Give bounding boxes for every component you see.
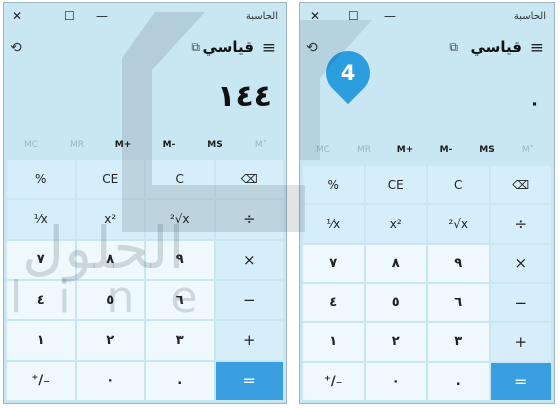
mode-title: قياسي	[202, 38, 254, 56]
add-key[interactable]: +	[215, 321, 283, 360]
keypad: % CE C ⌫ ⅟x x² ²√x ÷ ٧ ٨ ٩ × ٤ ٥ ٦ − ١ ٢…	[7, 160, 283, 400]
square-root-key[interactable]: ²√x	[146, 200, 214, 239]
menu-icon[interactable]: ≡	[530, 38, 544, 58]
keep-on-top-icon[interactable]: ⧉	[191, 40, 200, 55]
digit-3-key[interactable]: ٣	[146, 321, 214, 360]
digit-5-key[interactable]: ٥	[76, 280, 144, 320]
maximize-icon[interactable]: ☐	[64, 9, 75, 23]
digit-0-key[interactable]: ٠	[365, 362, 426, 400]
digit-7-key[interactable]: ٧	[7, 240, 75, 279]
percent-key[interactable]: %	[303, 166, 364, 204]
digit-8-key[interactable]: ٨	[365, 244, 426, 282]
memory-add-button[interactable]: M+	[102, 133, 144, 157]
decimal-key[interactable]: .	[146, 361, 214, 400]
reciprocal-key[interactable]: ⅟x	[303, 205, 364, 243]
memory-subtract-button[interactable]: M-	[427, 138, 465, 162]
memory-list-button[interactable]: M˅	[240, 133, 282, 157]
add-key[interactable]: +	[490, 323, 551, 361]
window-title: الحاسبة	[513, 11, 546, 22]
memory-store-button[interactable]: MS	[468, 138, 506, 162]
history-icon[interactable]: ⟲	[10, 40, 22, 56]
memory-subtract-button[interactable]: M-	[148, 133, 190, 157]
divide-key[interactable]: ÷	[215, 200, 283, 239]
digit-9-key[interactable]: ٩	[428, 244, 489, 282]
multiply-key[interactable]: ×	[215, 240, 283, 279]
digit-1-key[interactable]: ١	[303, 323, 364, 361]
minimize-icon[interactable]: —	[384, 9, 396, 23]
negate-key[interactable]: ⁺∕₋	[7, 361, 75, 400]
divide-key[interactable]: ÷	[490, 205, 551, 243]
equals-key[interactable]: =	[215, 361, 283, 400]
keep-on-top-icon[interactable]: ⧉	[449, 40, 458, 55]
clear-key[interactable]: C	[146, 160, 214, 199]
memory-store-button[interactable]: MS	[194, 133, 236, 157]
backspace-key[interactable]: ⌫	[490, 166, 551, 204]
equals-key[interactable]: =	[490, 362, 551, 400]
keypad: % CE C ⌫ ⅟x x² ²√x ÷ ٧ ٨ ٩ × ٤ ٥ ٦ − ١ ٢…	[303, 166, 551, 400]
clear-entry-key[interactable]: CE	[76, 160, 144, 199]
calculator-window-right: ✕ ☐ — الحاسبة ⟲ ⧉ قياسي ≡ 4 ٠ MC MR M+ M…	[299, 2, 555, 404]
mode-title: قياسي	[470, 38, 522, 56]
calculator-window-left: ✕ ☐ — الحاسبة ⟲ ⧉ قياسي ≡ ١٤٤ MC MR M+ M…	[3, 2, 287, 404]
percent-key[interactable]: %	[7, 160, 75, 199]
decimal-key[interactable]: .	[428, 362, 489, 400]
subtract-key[interactable]: −	[490, 283, 551, 322]
close-icon[interactable]: ✕	[12, 9, 22, 23]
step-number: 4	[340, 61, 356, 85]
digit-7-key[interactable]: ٧	[303, 244, 364, 282]
digit-8-key[interactable]: ٨	[76, 240, 144, 279]
digit-0-key[interactable]: ٠	[76, 361, 144, 400]
title-bar: ✕ ☐ — الحاسبة	[4, 3, 286, 31]
digit-5-key[interactable]: ٥	[365, 283, 426, 322]
window-title: الحاسبة	[245, 11, 278, 22]
subtract-key[interactable]: −	[215, 280, 283, 320]
memory-clear-button[interactable]: MC	[10, 133, 52, 157]
digit-3-key[interactable]: ٣	[428, 323, 489, 361]
digit-4-key[interactable]: ٤	[7, 280, 75, 320]
digit-9-key[interactable]: ٩	[146, 240, 214, 279]
minimize-icon[interactable]: —	[96, 9, 108, 23]
close-icon[interactable]: ✕	[310, 9, 320, 23]
menu-icon[interactable]: ≡	[262, 38, 276, 58]
digit-6-key[interactable]: ٦	[146, 280, 214, 320]
digit-4-key[interactable]: ٤	[303, 283, 364, 322]
backspace-key[interactable]: ⌫	[215, 160, 283, 199]
step-badge: 4	[316, 41, 380, 105]
clear-entry-key[interactable]: CE	[365, 166, 426, 204]
clear-key[interactable]: C	[428, 166, 489, 204]
display: ١٤٤	[217, 79, 272, 114]
history-icon[interactable]: ⟲	[306, 40, 318, 56]
multiply-key[interactable]: ×	[490, 244, 551, 282]
negate-key[interactable]: ⁺∕₋	[303, 362, 364, 400]
memory-clear-button[interactable]: MC	[304, 138, 342, 162]
header: ⟲ ⧉ قياسي ≡	[4, 33, 286, 63]
square-key[interactable]: x²	[365, 205, 426, 243]
digit-2-key[interactable]: ٢	[76, 321, 144, 360]
maximize-icon[interactable]: ☐	[348, 9, 359, 23]
title-bar: ✕ ☐ — الحاسبة	[300, 3, 554, 31]
display: ٠	[529, 93, 540, 114]
memory-add-button[interactable]: M+	[386, 138, 424, 162]
memory-recall-button[interactable]: MR	[345, 138, 383, 162]
digit-6-key[interactable]: ٦	[428, 283, 489, 322]
digit-2-key[interactable]: ٢	[365, 323, 426, 361]
memory-list-button[interactable]: M˅	[509, 138, 547, 162]
memory-row: MC MR M+ M- MS M˅	[4, 133, 286, 157]
square-root-key[interactable]: ²√x	[428, 205, 489, 243]
digit-1-key[interactable]: ١	[7, 321, 75, 360]
memory-row: MC MR M+ M- MS M˅	[300, 138, 554, 162]
reciprocal-key[interactable]: ⅟x	[7, 200, 75, 239]
square-key[interactable]: x²	[76, 200, 144, 239]
memory-recall-button[interactable]: MR	[56, 133, 98, 157]
